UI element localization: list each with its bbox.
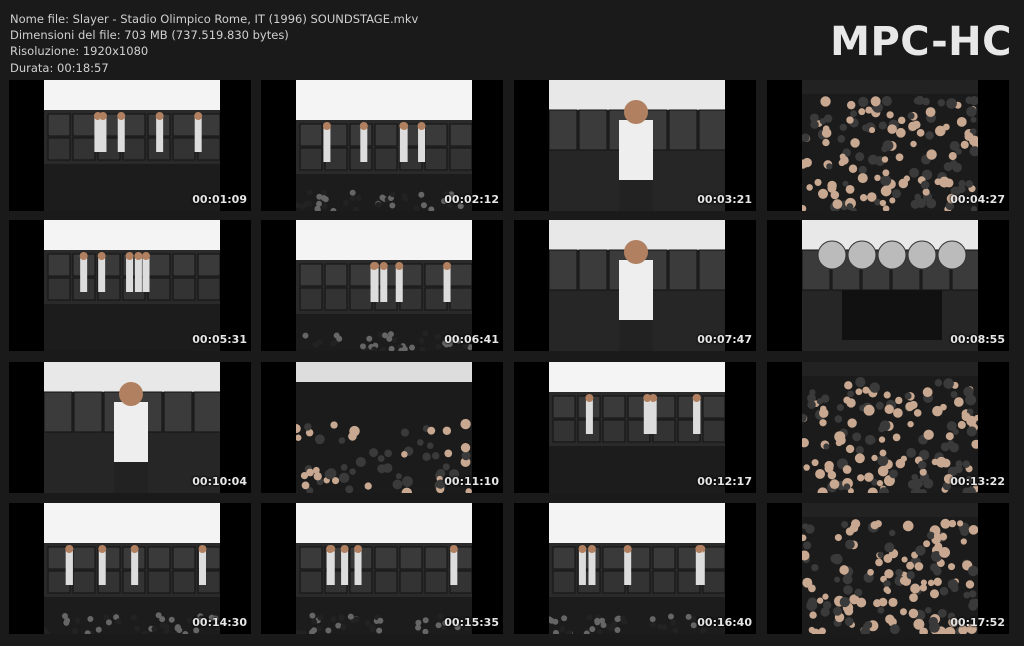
resolution: Risoluzione: 1920x1080 bbox=[10, 44, 149, 59]
timestamp-label: 00:13:22 bbox=[950, 475, 1005, 488]
timestamp-label: 00:08:55 bbox=[950, 333, 1005, 346]
timestamp-label: 00:05:31 bbox=[192, 333, 247, 346]
frame-image bbox=[296, 362, 472, 493]
thumbnail: 00:06:41 bbox=[261, 220, 503, 351]
frame-image bbox=[802, 503, 978, 634]
video-frame bbox=[549, 80, 725, 211]
file-size: Dimensioni del file: 703 MB (737.519.830… bbox=[10, 28, 289, 43]
video-frame bbox=[296, 503, 472, 634]
thumbnail: 00:04:27 bbox=[767, 80, 1009, 211]
frame-image bbox=[44, 362, 220, 493]
video-frame bbox=[44, 503, 220, 634]
thumbnail: 00:01:09 bbox=[9, 80, 251, 211]
timestamp-label: 00:11:10 bbox=[444, 475, 499, 488]
timestamp-label: 00:17:52 bbox=[950, 616, 1005, 629]
thumbnail: 00:13:22 bbox=[767, 362, 1009, 493]
video-frame bbox=[549, 503, 725, 634]
timestamp-label: 00:02:12 bbox=[444, 193, 499, 206]
video-frame bbox=[549, 220, 725, 351]
video-frame bbox=[802, 362, 978, 493]
frame-image bbox=[44, 503, 220, 634]
frame-image bbox=[549, 80, 725, 211]
file-name: Nome file: Slayer - Stadio Olimpico Rome… bbox=[10, 12, 419, 26]
frame-image bbox=[802, 362, 978, 493]
timestamp-label: 00:06:41 bbox=[444, 333, 499, 346]
thumbnail: 00:17:52 bbox=[767, 503, 1009, 634]
frame-image bbox=[549, 220, 725, 351]
frame-image bbox=[549, 503, 725, 634]
video-frame bbox=[44, 220, 220, 351]
mpc-hc-logo: MPC-HC bbox=[830, 19, 1012, 65]
thumbnail: 00:07:47 bbox=[514, 220, 756, 351]
video-frame bbox=[296, 362, 472, 493]
thumbnail: 00:15:35 bbox=[261, 503, 503, 634]
thumbnail: 00:14:30 bbox=[9, 503, 251, 634]
info-header: Nome file: Slayer - Stadio Olimpico Rome… bbox=[0, 0, 1024, 76]
thumbnail-grid: 00:01:09 00:02:12 00:03:21 00:04:27 00:05:31… bbox=[0, 80, 1024, 640]
timestamp-label: 00:01:09 bbox=[192, 193, 247, 206]
frame-image bbox=[802, 220, 978, 351]
thumbnail: 00:03:21 bbox=[514, 80, 756, 211]
timestamp-label: 00:07:47 bbox=[697, 333, 752, 346]
timestamp-label: 00:16:40 bbox=[697, 616, 752, 629]
duration: Durata: 00:18:57 bbox=[10, 60, 109, 75]
video-frame bbox=[44, 80, 220, 211]
thumbnail: 00:16:40 bbox=[514, 503, 756, 634]
timestamp-label: 00:03:21 bbox=[697, 193, 752, 206]
frame-image bbox=[44, 80, 220, 211]
timestamp-label: 00:14:30 bbox=[192, 616, 247, 629]
video-frame bbox=[802, 503, 978, 634]
frame-image bbox=[296, 220, 472, 351]
video-frame bbox=[296, 80, 472, 211]
thumbnail: 00:08:55 bbox=[767, 220, 1009, 351]
frame-image bbox=[296, 80, 472, 211]
thumbnail: 00:10:04 bbox=[9, 362, 251, 493]
frame-image bbox=[802, 80, 978, 211]
thumbnail: 00:05:31 bbox=[9, 220, 251, 351]
thumbnail: 00:12:17 bbox=[514, 362, 756, 493]
frame-image bbox=[549, 362, 725, 493]
video-frame bbox=[802, 80, 978, 211]
video-frame bbox=[44, 362, 220, 493]
video-frame bbox=[549, 362, 725, 493]
frame-image bbox=[296, 503, 472, 634]
timestamp-label: 00:15:35 bbox=[444, 616, 499, 629]
thumbnail: 00:02:12 bbox=[261, 80, 503, 211]
video-frame bbox=[802, 220, 978, 351]
video-frame bbox=[296, 220, 472, 351]
timestamp-label: 00:10:04 bbox=[192, 475, 247, 488]
thumbnail: 00:11:10 bbox=[261, 362, 503, 493]
timestamp-label: 00:12:17 bbox=[697, 475, 752, 488]
frame-image bbox=[44, 220, 220, 351]
timestamp-label: 00:04:27 bbox=[950, 193, 1005, 206]
file-info: Nome file: Slayer - Stadio Olimpico Rome… bbox=[10, 11, 418, 76]
